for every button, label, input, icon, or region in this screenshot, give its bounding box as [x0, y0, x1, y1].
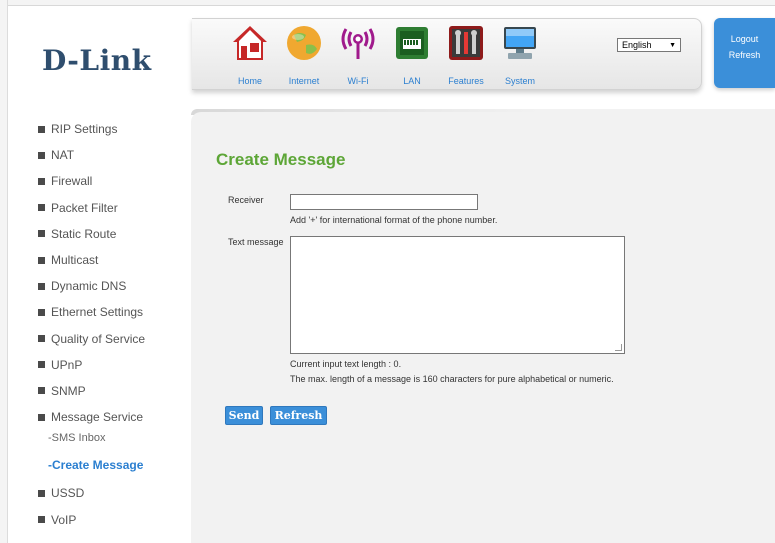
sidebar-item-label: Static Route	[51, 226, 117, 241]
sidebar-item-label: Packet Filter	[51, 200, 118, 215]
nav-wifi-label: Wi-Fi	[347, 76, 369, 86]
current-length-info: Current input text length : 0.	[290, 359, 402, 369]
sidebar-item-label: SNMP	[51, 383, 86, 398]
sidebar-item-label: Firewall	[51, 174, 93, 189]
sidebar-item-message-service[interactable]: Message Service	[38, 404, 188, 430]
bullet-icon	[38, 516, 45, 524]
max-length-info: The max. length of a message is 160 char…	[290, 374, 614, 384]
sidebar-item-label: Message Service	[51, 410, 144, 425]
nav-lan[interactable]: LAN	[384, 23, 440, 86]
sidebar-item-ussd[interactable]: USSD	[38, 480, 188, 506]
text-message-label: Text message	[228, 237, 284, 247]
bullet-icon	[38, 177, 45, 185]
sidebar-item-ethernet-settings[interactable]: Ethernet Settings	[38, 299, 188, 325]
globe-icon	[284, 23, 324, 63]
logout-link[interactable]: Logout	[714, 34, 775, 44]
nav-home[interactable]: Home	[222, 23, 278, 86]
language-select[interactable]: English ▼	[617, 38, 681, 52]
sidebar-item-label: NAT	[51, 148, 75, 163]
bullet-icon	[38, 256, 45, 264]
nav-lan-label: LAN	[403, 76, 421, 86]
nav-features[interactable]: Features	[438, 23, 494, 86]
sidebar-subitem-create-message[interactable]: -Create Message	[38, 452, 188, 478]
page-title: Create Message	[216, 150, 346, 169]
window-top-frame	[0, 0, 775, 6]
chevron-down-icon: ▼	[669, 41, 676, 49]
bullet-icon	[38, 489, 45, 497]
sidebar-item-packet-filter[interactable]: Packet Filter	[38, 195, 188, 221]
bullet-icon	[38, 230, 45, 238]
sidebar-item-static-route[interactable]: Static Route	[38, 221, 188, 247]
wifi-icon	[338, 23, 378, 63]
sidebar-item-label: Quality of Service	[51, 331, 146, 346]
sidebar-item-label: VoIP	[51, 512, 77, 527]
receiver-hint: Add '+' for international format of the …	[290, 215, 498, 225]
receiver-input[interactable]	[290, 194, 478, 210]
sidebar-item-rip-settings[interactable]: RIP Settings	[38, 116, 188, 142]
sidebar-item-firewall[interactable]: Firewall	[38, 168, 188, 194]
bullet-icon	[38, 335, 45, 343]
nav-wifi[interactable]: Wi-Fi	[330, 23, 386, 86]
sidebar-item-label: RIP Settings	[51, 122, 118, 137]
bullet-icon	[38, 282, 45, 290]
sidebar-item-snmp[interactable]: SNMP	[38, 378, 188, 404]
home-icon	[230, 23, 270, 63]
bullet-icon	[38, 204, 45, 212]
language-selected: English	[622, 40, 652, 50]
window-left-frame	[0, 0, 8, 543]
computer-icon	[500, 23, 540, 63]
sidebar-item-label: Dynamic DNS	[51, 279, 127, 294]
send-button[interactable]: Send	[225, 406, 263, 425]
nav-internet-label: Internet	[288, 76, 320, 86]
sidebar-item-nat[interactable]: NAT	[38, 142, 188, 168]
resize-grip-icon[interactable]	[615, 344, 622, 351]
text-message-textarea[interactable]	[290, 236, 625, 354]
account-panel: Logout Refresh	[714, 18, 775, 88]
nav-home-label: Home	[237, 76, 262, 86]
refresh-button[interactable]: Refresh	[270, 406, 327, 425]
sidebar-item-label: Ethernet Settings	[51, 305, 144, 320]
sidebar-item-label: USSD	[51, 486, 85, 501]
receiver-label: Receiver	[228, 195, 264, 205]
bullet-icon	[38, 413, 45, 421]
sidebar-item-voip[interactable]: VoIP	[38, 506, 188, 532]
sidebar-menu: RIP Settings NAT Firewall Packet Filter …	[38, 116, 188, 533]
top-navigation-bar: Home Internet Wi-Fi LAN Features System	[192, 18, 702, 90]
nav-internet[interactable]: Internet	[276, 23, 332, 86]
refresh-link[interactable]: Refresh	[714, 50, 775, 60]
bullet-icon	[38, 308, 45, 316]
sidebar-item-multicast[interactable]: Multicast	[38, 247, 188, 273]
nav-system-label: System	[504, 76, 535, 86]
sidebar-item-upnp[interactable]: UPnP	[38, 352, 188, 378]
tools-icon	[446, 23, 486, 63]
nav-system[interactable]: System	[492, 23, 548, 86]
bullet-icon	[38, 361, 45, 369]
bullet-icon	[38, 151, 45, 159]
sidebar-item-label: UPnP	[51, 357, 83, 372]
sidebar-item-dynamic-dns[interactable]: Dynamic DNS	[38, 273, 188, 299]
bullet-icon	[38, 387, 45, 395]
nav-features-label: Features	[448, 76, 484, 86]
sidebar-item-label: Multicast	[51, 253, 99, 268]
logo-text: D-Link	[42, 43, 152, 77]
bullet-icon	[38, 125, 45, 133]
sidebar-subitem-sms-inbox[interactable]: -SMS Inbox	[38, 430, 188, 446]
sidebar-item-quality-of-service[interactable]: Quality of Service	[38, 326, 188, 352]
lan-icon	[392, 23, 432, 63]
dlink-logo: D-Link	[20, 20, 192, 100]
